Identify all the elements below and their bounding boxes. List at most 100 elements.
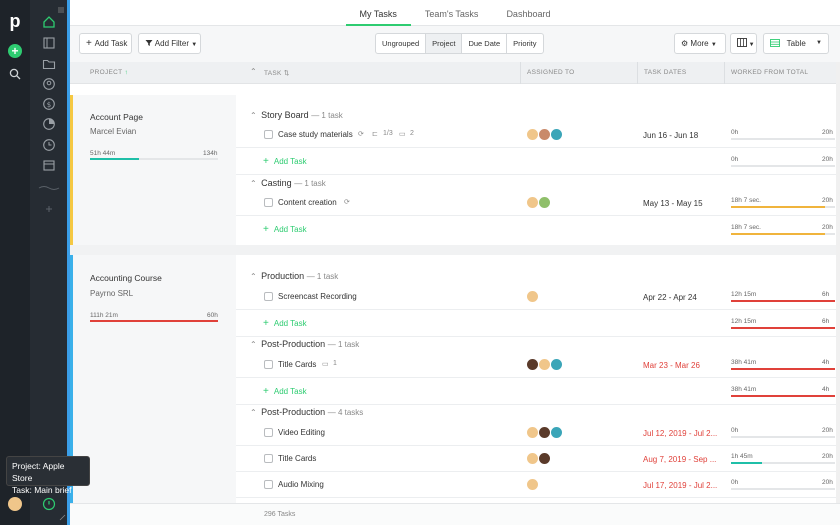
add-task-link[interactable]: + Add Task [263, 386, 307, 397]
task-group-header[interactable]: ⌃ Production — 1 task [250, 271, 338, 281]
task-name[interactable]: Content creation [278, 198, 337, 207]
task-dates[interactable]: Jun 16 - Jun 18 [643, 131, 721, 140]
calendar-icon[interactable] [42, 158, 56, 172]
comment-icon: ▭ [399, 131, 406, 138]
worked-progress-fill [731, 368, 835, 370]
project-title[interactable]: Accounting Course [90, 273, 162, 283]
task-checkbox[interactable] [264, 360, 273, 369]
user-icon[interactable] [42, 77, 56, 91]
task-dates[interactable]: Jul 12, 2019 - Jul 2... [643, 429, 721, 438]
task-group-header[interactable]: ⌃ Post-Production — 1 task [250, 339, 359, 349]
search-icon[interactable] [9, 68, 21, 80]
tab-dashboard[interactable]: Dashboard [492, 0, 564, 26]
columns-icon [737, 38, 747, 47]
task-row[interactable]: Case study materials ⟳ ⊏ 1/3 ▭ 2 Jun 16 … [236, 122, 840, 148]
task-row[interactable]: Audio Mixing Jul 17, 2019 - Jul 2... [236, 472, 840, 498]
task-name[interactable]: Video Editing [278, 428, 325, 437]
more-button[interactable]: ⚙ More ▼ [674, 33, 726, 54]
timer-icon[interactable] [42, 497, 56, 511]
task-group-header[interactable]: ⌃ Story Board — 1 task [250, 110, 343, 120]
scrollbar[interactable] [836, 62, 840, 503]
projects-icon[interactable] [42, 36, 56, 50]
worked-progress [731, 488, 835, 490]
folder-icon[interactable] [42, 57, 56, 71]
worked-value: 12h 15m [731, 291, 757, 298]
add-module-icon[interactable] [45, 205, 53, 213]
tab-my-tasks[interactable]: My Tasks [345, 0, 411, 26]
worked-value: 18h 7 sec. [731, 197, 761, 204]
task-checkbox[interactable] [264, 130, 273, 139]
task-group-header[interactable]: ⌃ Casting — 1 task [250, 178, 326, 188]
project-progress [90, 320, 218, 322]
user-avatar[interactable] [8, 497, 22, 511]
menu-icon[interactable] [57, 6, 65, 14]
worked-progress [731, 368, 835, 370]
task-checkbox[interactable] [264, 428, 273, 437]
add-task-link[interactable]: + Add Task [263, 318, 307, 329]
clock-icon[interactable] [42, 138, 56, 152]
worked-value: 0h [731, 156, 739, 163]
task-dates[interactable]: Apr 22 - Apr 24 [643, 293, 721, 302]
task-name[interactable]: Screencast Recording [278, 292, 357, 301]
dollar-icon[interactable]: $ [42, 97, 56, 111]
project-progress-fill [90, 158, 139, 160]
assignee-avatar[interactable] [550, 358, 563, 371]
project-client: Payrno SRL [90, 289, 134, 298]
group-priority[interactable]: Priority [507, 34, 542, 53]
task-name[interactable]: Audio Mixing [278, 480, 324, 489]
task-row[interactable]: Video Editing Jul 12, 2019 - Jul 2... [236, 420, 840, 446]
task-group-header[interactable]: ⌃ Post-Production — 4 tasks [250, 407, 363, 417]
task-dates[interactable]: Jul 17, 2019 - Jul 2... [643, 481, 721, 490]
col-task[interactable]: TASK ⇅ [264, 69, 290, 77]
project-progress [90, 158, 218, 160]
group-project[interactable]: Project [426, 34, 463, 53]
plus-icon: + [86, 38, 95, 49]
task-name[interactable]: Case study materials [278, 130, 353, 139]
task-dates[interactable]: May 13 - May 15 [643, 199, 721, 208]
task-dates[interactable]: Aug 7, 2019 - Sep ... [643, 455, 721, 464]
columns-button[interactable]: ▼ [730, 33, 757, 54]
col-worked[interactable]: WORKED FROM TOTAL [731, 69, 808, 76]
task-checkbox[interactable] [264, 480, 273, 489]
total-value: 20h [822, 479, 833, 486]
view-mode-select[interactable]: Table ▼ [763, 33, 829, 54]
pin-icon[interactable] [59, 514, 66, 521]
assignee-avatar[interactable] [526, 478, 539, 491]
plus-icon: + [263, 318, 272, 329]
worked-progress-fill [731, 300, 835, 302]
task-checkbox[interactable] [264, 198, 273, 207]
sort-up-icon: ↑ [124, 69, 128, 76]
col-project[interactable]: PROJECT ↑ [90, 69, 128, 76]
worked-value: 0h [731, 129, 739, 136]
task-name[interactable]: Title Cards [278, 360, 316, 369]
add-task-link[interactable]: + Add Task [263, 156, 307, 167]
chevron-up-icon: ⌃ [250, 111, 262, 120]
task-dates[interactable]: Mar 23 - Mar 26 [643, 361, 721, 370]
assignee-avatar[interactable] [550, 426, 563, 439]
add-task-link[interactable]: + Add Task [263, 224, 307, 235]
col-assigned[interactable]: ASSIGNED TO [527, 69, 575, 76]
collapse-all-icon[interactable]: ⌃ [250, 67, 257, 76]
assignee-avatar[interactable] [550, 128, 563, 141]
assignee-avatar[interactable] [538, 196, 551, 209]
reports-icon[interactable] [42, 117, 56, 131]
add-filter-button[interactable]: Add Filter ▼ [138, 33, 201, 54]
group-ungrouped[interactable]: Ungrouped [376, 34, 427, 53]
project-title[interactable]: Account Page [90, 112, 143, 122]
tab-teams-tasks[interactable]: Team's Tasks [411, 0, 493, 26]
paymo-logo[interactable]: p [7, 12, 23, 30]
home-icon[interactable] [42, 15, 56, 29]
assignee-avatar[interactable] [538, 452, 551, 465]
caret-down-icon: ▼ [710, 42, 717, 48]
task-name[interactable]: Title Cards [278, 454, 316, 463]
worked-value: 0h [731, 479, 739, 486]
assignee-avatar[interactable] [526, 290, 539, 303]
add-task-button[interactable]: + Add Task [79, 33, 132, 54]
task-checkbox[interactable] [264, 454, 273, 463]
worked-progress [731, 138, 835, 140]
col-task-dates[interactable]: TASK DATES [644, 69, 687, 76]
group-due-date[interactable]: Due Date [462, 34, 508, 53]
quick-add-button[interactable]: + [8, 44, 22, 58]
task-checkbox[interactable] [264, 292, 273, 301]
more-modules-icon[interactable] [38, 184, 60, 192]
